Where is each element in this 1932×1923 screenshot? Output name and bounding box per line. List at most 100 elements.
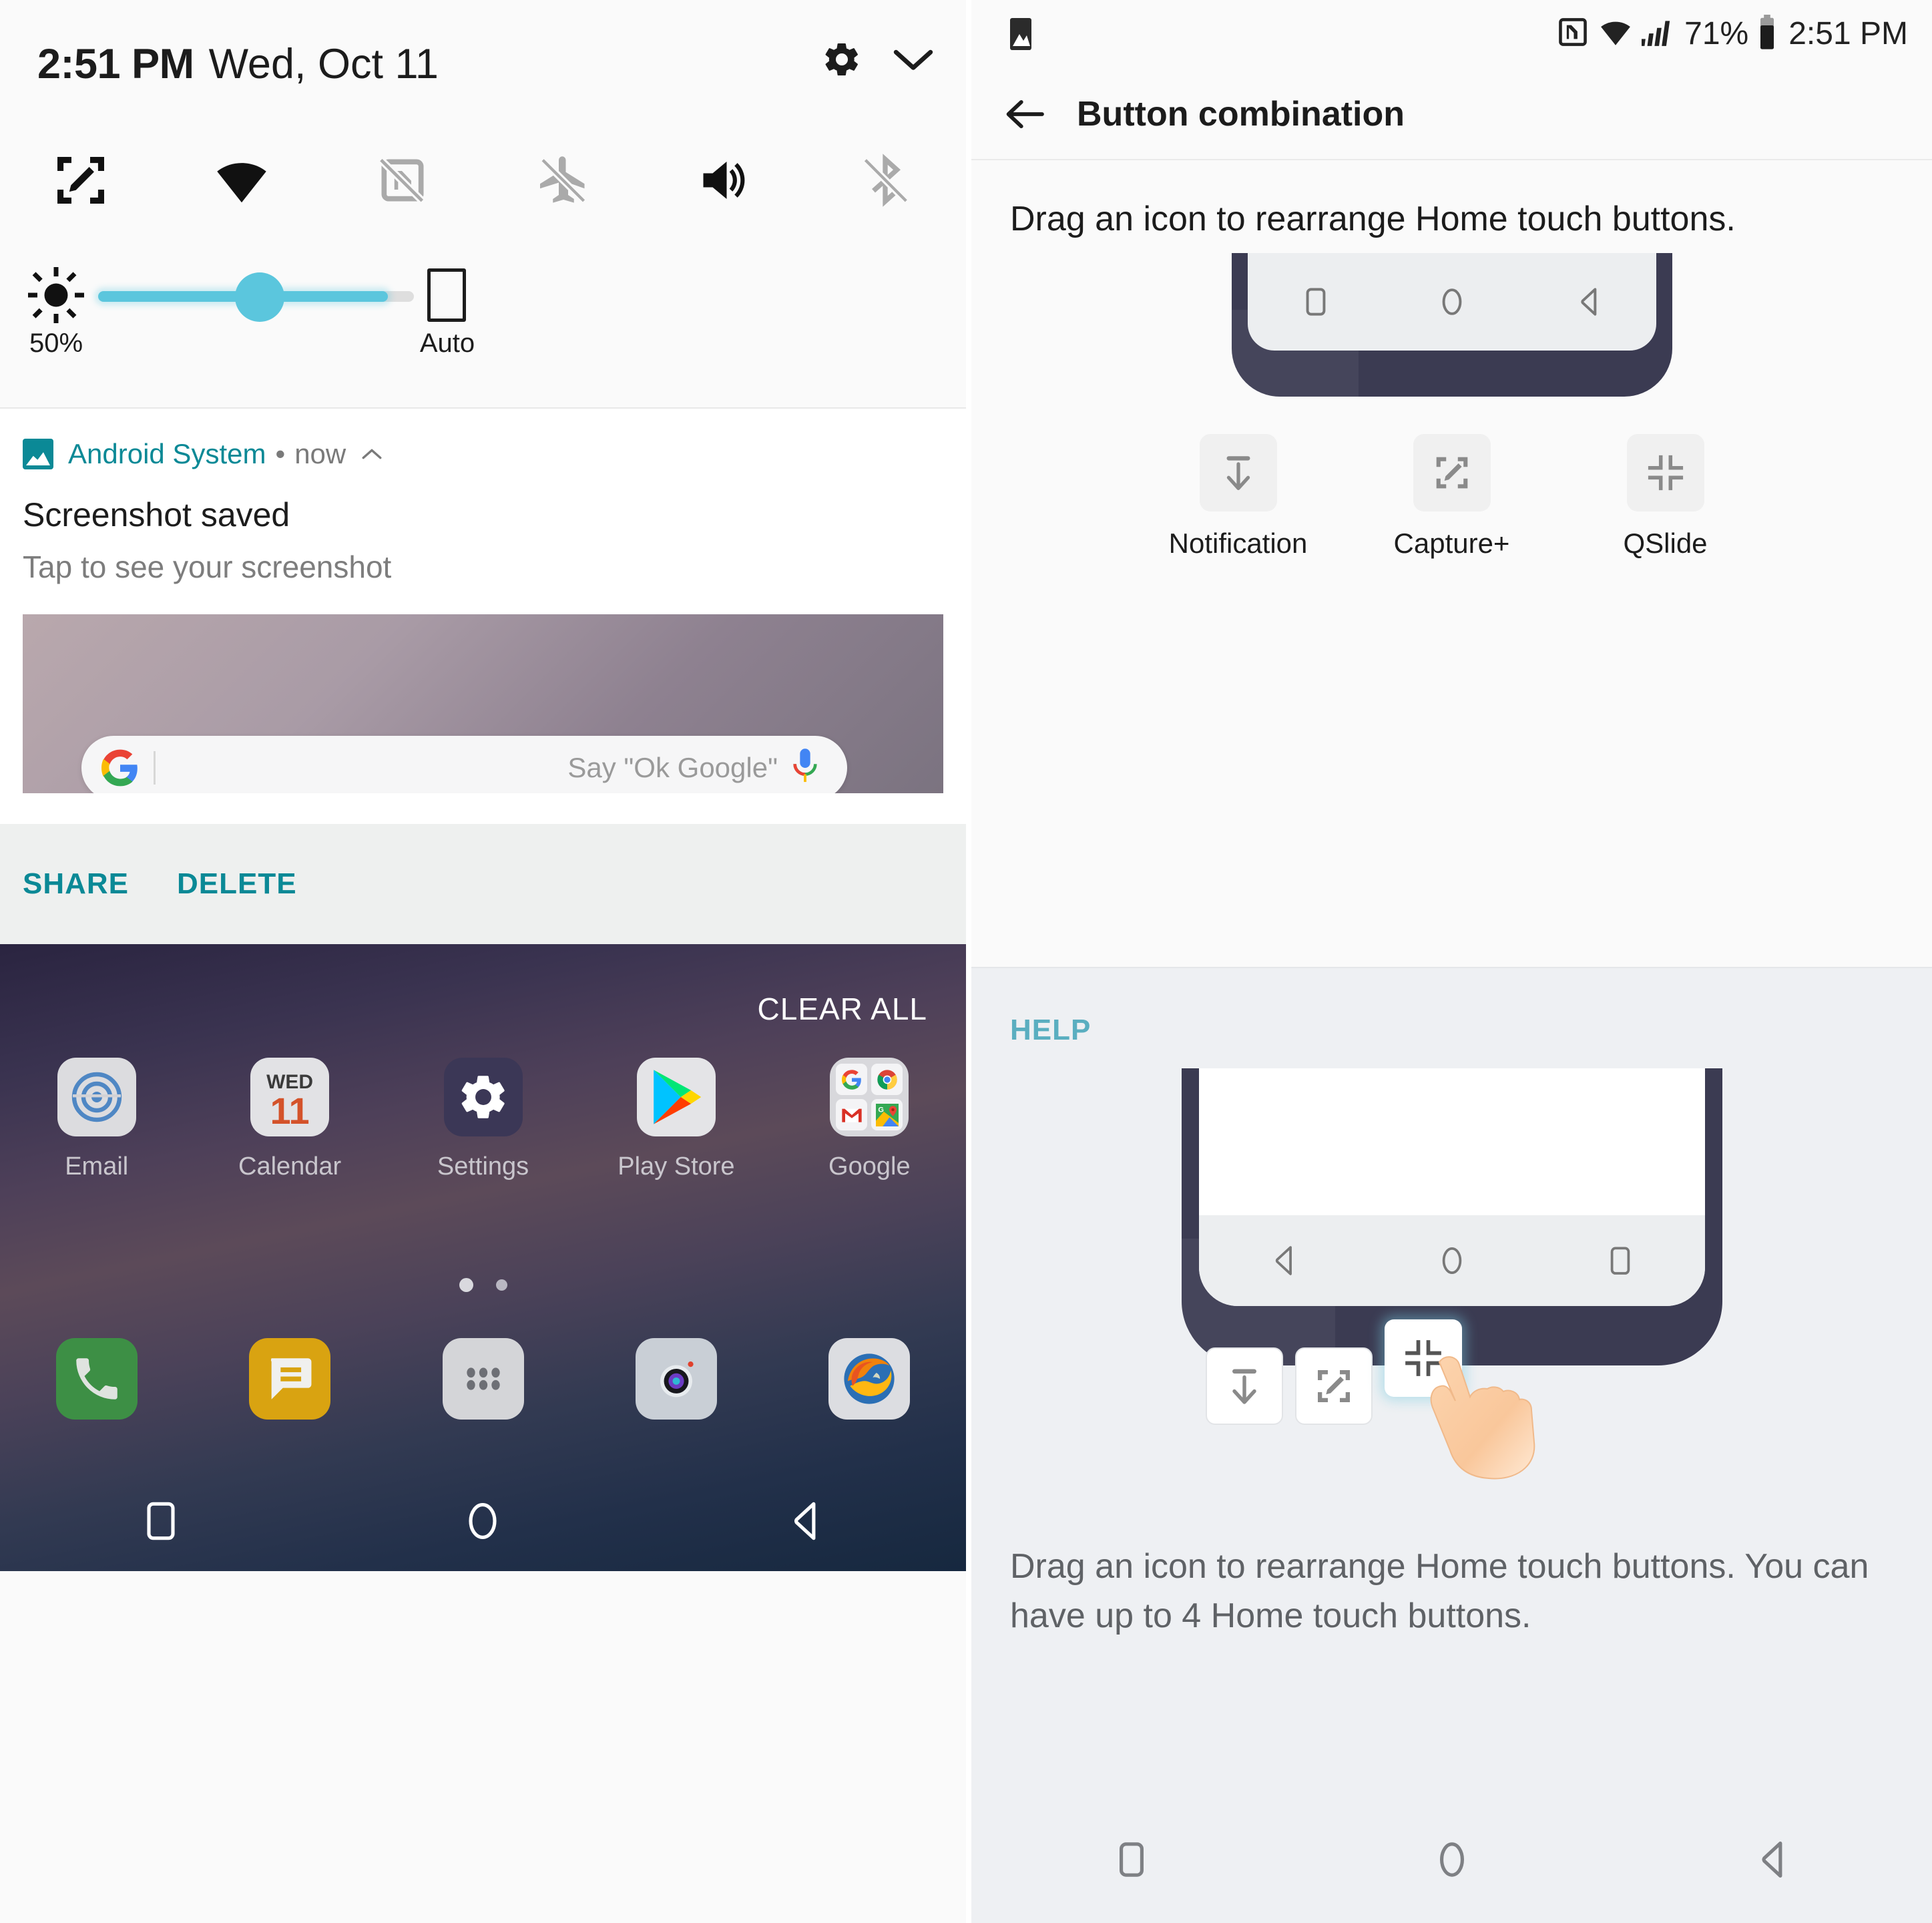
phone-preview-mockup xyxy=(1231,252,1672,397)
camera-icon xyxy=(635,1338,717,1420)
email-icon xyxy=(57,1058,136,1136)
brightness-slider-thumb[interactable] xyxy=(235,272,284,322)
notification-card[interactable]: Android System • now Screenshot saved Ta… xyxy=(0,409,966,944)
option-notification[interactable]: Notification xyxy=(1168,433,1308,560)
nav-back-button[interactable] xyxy=(644,1471,966,1571)
notification-time: now xyxy=(294,438,346,469)
home-screen-background: CLEAR ALL Email WED 11 Calendar Settings… xyxy=(0,944,966,1571)
main-content: Drag an icon to rearrange Home touch but… xyxy=(971,160,1932,967)
home-circle-icon xyxy=(1439,1842,1464,1877)
google-search-bar-preview: Say "Ok Google" xyxy=(81,736,847,793)
nfc-off-icon xyxy=(377,156,427,205)
calendar-date: 11 xyxy=(270,1090,310,1132)
pointing-hand-icon xyxy=(1417,1327,1617,1481)
battery-icon xyxy=(1758,13,1776,54)
gear-icon[interactable] xyxy=(821,39,863,80)
help-body-text: Drag an icon to rearrange Home touch but… xyxy=(1010,1547,1869,1635)
nav-back-button[interactable] xyxy=(1612,1796,1932,1923)
svg-text:G: G xyxy=(878,1106,884,1114)
nav-recents-button[interactable] xyxy=(971,1796,1292,1923)
home-app-label: Calendar xyxy=(238,1152,342,1181)
capture-plus-icon xyxy=(1317,1370,1350,1402)
back-triangle-icon xyxy=(1762,1842,1782,1878)
option-qslide[interactable]: QSlide xyxy=(1599,433,1732,560)
dock-messages[interactable] xyxy=(193,1338,386,1420)
dock-camera[interactable] xyxy=(579,1338,772,1420)
screenshot-preview-image[interactable]: Say "Ok Google" xyxy=(23,614,943,793)
microphone-icon xyxy=(790,747,820,789)
chevron-down-icon[interactable] xyxy=(893,47,934,75)
home-app-google-folder[interactable]: G Google xyxy=(773,1058,966,1181)
dock-app-drawer[interactable] xyxy=(387,1338,579,1420)
notification-separator: • xyxy=(275,438,286,469)
dock-firefox[interactable] xyxy=(773,1338,966,1420)
preview-home-button[interactable] xyxy=(1384,282,1520,321)
back-triangle-icon xyxy=(1580,288,1596,316)
toggle-nfc[interactable] xyxy=(322,127,483,234)
preview-back-button[interactable] xyxy=(1520,282,1656,321)
instruction-text: Drag an icon to rearrange Home touch but… xyxy=(1010,200,1736,238)
home-app-label: Google xyxy=(828,1152,911,1181)
notification-pulldown-icon xyxy=(1232,1369,1256,1404)
home-app-row: Email WED 11 Calendar Settings Play Stor… xyxy=(0,1058,966,1181)
help-tile-capture-plus[interactable] xyxy=(1294,1347,1373,1425)
screenshot-notification-icon xyxy=(1005,15,1037,53)
recents-square-icon xyxy=(1610,1247,1630,1275)
notification-title: Screenshot saved xyxy=(23,496,290,533)
notification-header: Android System • now xyxy=(0,433,966,475)
help-tile-notification[interactable] xyxy=(1205,1347,1283,1425)
help-home-button[interactable] xyxy=(1367,1240,1536,1281)
dock-phone[interactable] xyxy=(0,1338,193,1420)
toggle-capture-plus[interactable] xyxy=(0,127,161,234)
volume-on-icon xyxy=(703,162,745,199)
app-drawer-icon xyxy=(442,1338,524,1420)
chevron-up-icon[interactable] xyxy=(360,443,383,465)
share-button[interactable]: SHARE xyxy=(23,867,129,901)
help-recents-button[interactable] xyxy=(1536,1240,1705,1281)
help-figure xyxy=(971,1068,1932,1496)
toggle-airplane-mode[interactable] xyxy=(483,127,644,234)
help-back-button[interactable] xyxy=(1199,1240,1368,1281)
phone-nav-strip xyxy=(1247,252,1656,351)
phone-icon xyxy=(55,1338,138,1420)
page-dot-active[interactable] xyxy=(459,1278,473,1292)
option-capture-plus[interactable]: Capture+ xyxy=(1385,433,1519,560)
toggle-wifi[interactable] xyxy=(161,127,322,234)
qslide-icon xyxy=(1626,433,1704,511)
clear-all-button[interactable]: CLEAR ALL xyxy=(758,991,927,1027)
capture-plus-icon xyxy=(57,157,104,204)
settings-gear-icon xyxy=(443,1058,523,1136)
home-app-calendar[interactable]: WED 11 Calendar xyxy=(193,1058,386,1181)
auto-brightness-box-icon[interactable] xyxy=(427,268,466,322)
home-app-email[interactable]: Email xyxy=(0,1058,193,1181)
recents-square-icon xyxy=(1119,1842,1144,1877)
wifi-icon xyxy=(1599,15,1632,52)
nfc-icon xyxy=(1556,15,1590,52)
nav-home-button[interactable] xyxy=(1292,1796,1612,1923)
battery-percent: 71% xyxy=(1684,16,1749,51)
page-indicator-dots xyxy=(0,1278,966,1292)
left-navigation-bar xyxy=(0,1471,966,1571)
delete-button[interactable]: DELETE xyxy=(177,867,297,901)
home-app-settings[interactable]: Settings xyxy=(387,1058,579,1181)
notification-actions: SHARE DELETE xyxy=(0,824,966,944)
notification-pulldown-icon xyxy=(1199,433,1277,511)
recents-square-icon xyxy=(1306,288,1325,316)
back-triangle-icon xyxy=(794,1502,816,1540)
nav-recents-button[interactable] xyxy=(0,1471,322,1571)
preview-recents-button[interactable] xyxy=(1248,282,1384,321)
home-app-label: Email xyxy=(65,1152,129,1181)
option-label: Notification xyxy=(1168,527,1308,559)
brightness-control: 50% Auto xyxy=(0,254,966,397)
page-dot[interactable] xyxy=(495,1279,507,1291)
brightness-percent-label: 50% xyxy=(29,329,83,358)
toggle-sound[interactable] xyxy=(644,127,805,234)
home-app-play-store[interactable]: Play Store xyxy=(579,1058,772,1181)
help-phone-screen xyxy=(1198,1068,1705,1306)
toggle-bluetooth[interactable] xyxy=(805,127,966,234)
back-arrow-icon[interactable] xyxy=(1003,97,1046,132)
nav-home-button[interactable] xyxy=(322,1471,644,1571)
quick-settings-panel: 2:51 PM Wed, Oct 11 50% Auto xyxy=(0,0,966,409)
option-label: Capture+ xyxy=(1393,527,1510,559)
status-bar-time: 2:51 PM xyxy=(1788,16,1908,51)
